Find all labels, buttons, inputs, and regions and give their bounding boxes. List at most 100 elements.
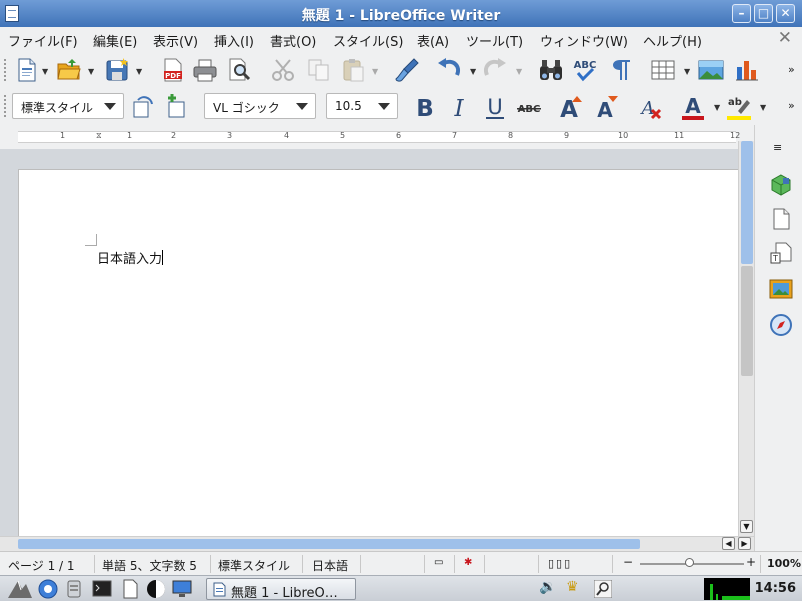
zoom-out-icon[interactable]: − bbox=[623, 555, 633, 569]
menu-styles[interactable]: スタイル(S) bbox=[333, 31, 403, 50]
window-titlebar[interactable]: 無題 1 - LibreOffice Writer – □ ✕ bbox=[0, 0, 802, 27]
selection-mode-icon[interactable]: ▭ bbox=[434, 557, 443, 568]
search-icon[interactable] bbox=[594, 580, 612, 598]
updates-crown-icon[interactable]: ♛ bbox=[566, 579, 579, 595]
export-pdf-icon[interactable]: PDF bbox=[160, 57, 186, 83]
volume-icon[interactable]: 🔉 bbox=[539, 579, 556, 595]
toolbar-overflow-icon[interactable]: » bbox=[788, 63, 795, 76]
redo-dropdown-icon[interactable]: ▼ bbox=[516, 67, 522, 76]
menu-edit[interactable]: 編集(E) bbox=[93, 31, 137, 50]
styles-icon[interactable]: T bbox=[769, 241, 793, 265]
horizontal-scrollbar[interactable]: ◀ ▶ bbox=[0, 536, 754, 551]
sidebar-menu-icon[interactable]: ≡ bbox=[773, 141, 782, 154]
status-page-count[interactable]: ページ 1 / 1 bbox=[8, 557, 75, 574]
close-document-icon[interactable]: ✕ bbox=[778, 28, 792, 48]
menu-table[interactable]: 表(A) bbox=[417, 31, 449, 50]
menu-format[interactable]: 書式(O) bbox=[270, 31, 316, 50]
scroll-left-button[interactable]: ◀ bbox=[722, 537, 735, 550]
paragraph-style-select[interactable]: 標準スタイル bbox=[12, 93, 124, 119]
gallery-icon[interactable] bbox=[769, 277, 793, 301]
update-style-icon[interactable] bbox=[130, 94, 156, 120]
toolbar-overflow-icon[interactable]: » bbox=[788, 99, 795, 112]
maximize-button[interactable]: □ bbox=[754, 4, 773, 23]
menu-insert[interactable]: 挿入(I) bbox=[214, 31, 254, 50]
new-dropdown-icon[interactable]: ▼ bbox=[42, 67, 48, 76]
ruler-number: 1 bbox=[60, 131, 66, 140]
new-style-icon[interactable] bbox=[164, 94, 190, 120]
status-page-style[interactable]: 標準スタイル bbox=[218, 557, 290, 574]
navigator-icon[interactable] bbox=[769, 313, 793, 337]
clone-formatting-icon[interactable] bbox=[394, 57, 420, 83]
scroll-down-button[interactable]: ▼ bbox=[740, 520, 753, 533]
menu-file[interactable]: ファイル(F) bbox=[8, 31, 78, 50]
properties-icon[interactable] bbox=[769, 173, 793, 197]
highlight-icon[interactable]: ab bbox=[726, 94, 752, 120]
vertical-scroll-thumb[interactable] bbox=[741, 266, 753, 376]
open-dropdown-icon[interactable]: ▼ bbox=[88, 67, 94, 76]
horizontal-ruler[interactable]: 1 ⧖ 1 2 3 4 5 6 7 8 9 10 11 12 bbox=[0, 125, 754, 149]
document-page[interactable]: 日本語入力 bbox=[18, 169, 753, 536]
insert-chart-icon[interactable] bbox=[734, 57, 760, 83]
save-icon[interactable] bbox=[104, 57, 130, 83]
table-dropdown-icon[interactable]: ▼ bbox=[684, 67, 690, 76]
undo-icon[interactable] bbox=[436, 57, 462, 83]
strikethrough-icon[interactable]: ABC bbox=[516, 94, 542, 120]
display-settings-icon[interactable] bbox=[172, 579, 192, 599]
font-color-icon[interactable]: A bbox=[680, 94, 706, 120]
status-word-count[interactable]: 単語 5、文字数 5 bbox=[102, 557, 197, 574]
formatting-marks-icon[interactable] bbox=[608, 57, 634, 83]
menu-view[interactable]: 表示(V) bbox=[153, 31, 198, 50]
zoom-in-icon[interactable]: + bbox=[746, 555, 756, 569]
menu-window[interactable]: ウィンドウ(W) bbox=[540, 31, 628, 50]
insert-table-icon[interactable] bbox=[650, 57, 676, 83]
print-icon[interactable] bbox=[192, 57, 218, 83]
highlight-dropdown-icon[interactable]: ▼ bbox=[760, 103, 766, 112]
formatting-toolbar: 標準スタイル VL ゴシック 10.5 B I U ABC A A A bbox=[0, 89, 802, 125]
text-editor-icon[interactable] bbox=[120, 579, 140, 599]
redo-icon[interactable] bbox=[482, 57, 508, 83]
shrink-font-icon[interactable]: A bbox=[594, 94, 620, 120]
file-manager-icon[interactable] bbox=[64, 579, 84, 599]
view-layout-icons[interactable]: ▯▯▯ bbox=[548, 557, 572, 570]
media-player-icon[interactable] bbox=[146, 579, 166, 599]
menu-tools[interactable]: ツール(T) bbox=[466, 31, 523, 50]
undo-dropdown-icon[interactable]: ▼ bbox=[470, 67, 476, 76]
page-icon[interactable] bbox=[769, 207, 793, 231]
print-preview-icon[interactable] bbox=[226, 57, 252, 83]
cut-icon[interactable] bbox=[270, 57, 296, 83]
browser-icon[interactable] bbox=[38, 579, 58, 599]
toolbar-grip[interactable] bbox=[4, 59, 7, 81]
grow-font-icon[interactable]: A bbox=[558, 94, 584, 120]
underline-icon[interactable]: U bbox=[482, 94, 508, 120]
insert-image-icon[interactable] bbox=[698, 57, 724, 83]
scroll-right-button[interactable]: ▶ bbox=[738, 537, 751, 550]
save-dropdown-icon[interactable]: ▼ bbox=[136, 67, 142, 76]
font-size-select[interactable]: 10.5 bbox=[326, 93, 398, 119]
taskbar-writer-button[interactable]: 無題 1 - LibreO… bbox=[206, 578, 356, 601]
new-document-icon[interactable] bbox=[14, 57, 40, 83]
vertical-scrollbar[interactable]: ▼ bbox=[738, 141, 754, 536]
italic-icon[interactable]: I bbox=[446, 94, 472, 120]
terminal-icon[interactable] bbox=[92, 579, 112, 599]
minimize-button[interactable]: – bbox=[732, 4, 751, 23]
toolbar-grip[interactable] bbox=[4, 95, 7, 117]
open-folder-icon[interactable] bbox=[56, 57, 82, 83]
find-replace-icon[interactable] bbox=[538, 57, 564, 83]
zoom-slider-handle[interactable] bbox=[685, 558, 694, 567]
ruler-indent-marker[interactable]: ⧖ bbox=[96, 131, 102, 141]
spellcheck-icon[interactable]: ABC bbox=[572, 57, 598, 83]
bold-icon[interactable]: B bbox=[412, 94, 438, 120]
paste-dropdown-icon[interactable]: ▼ bbox=[372, 67, 378, 76]
font-color-dropdown-icon[interactable]: ▼ bbox=[714, 103, 720, 112]
close-window-button[interactable]: ✕ bbox=[776, 4, 795, 23]
clear-formatting-icon[interactable]: A bbox=[638, 94, 664, 120]
paste-icon[interactable] bbox=[340, 57, 366, 83]
font-name-select[interactable]: VL ゴシック bbox=[204, 93, 316, 119]
document-body-text[interactable]: 日本語入力 bbox=[97, 248, 164, 267]
zoom-level[interactable]: 100% bbox=[767, 557, 801, 570]
menu-help[interactable]: ヘルプ(H) bbox=[643, 31, 702, 50]
start-menu-icon[interactable] bbox=[6, 579, 34, 599]
status-language[interactable]: 日本語 bbox=[312, 557, 348, 574]
horizontal-scroll-thumb[interactable] bbox=[18, 539, 640, 549]
copy-icon[interactable] bbox=[306, 57, 332, 83]
